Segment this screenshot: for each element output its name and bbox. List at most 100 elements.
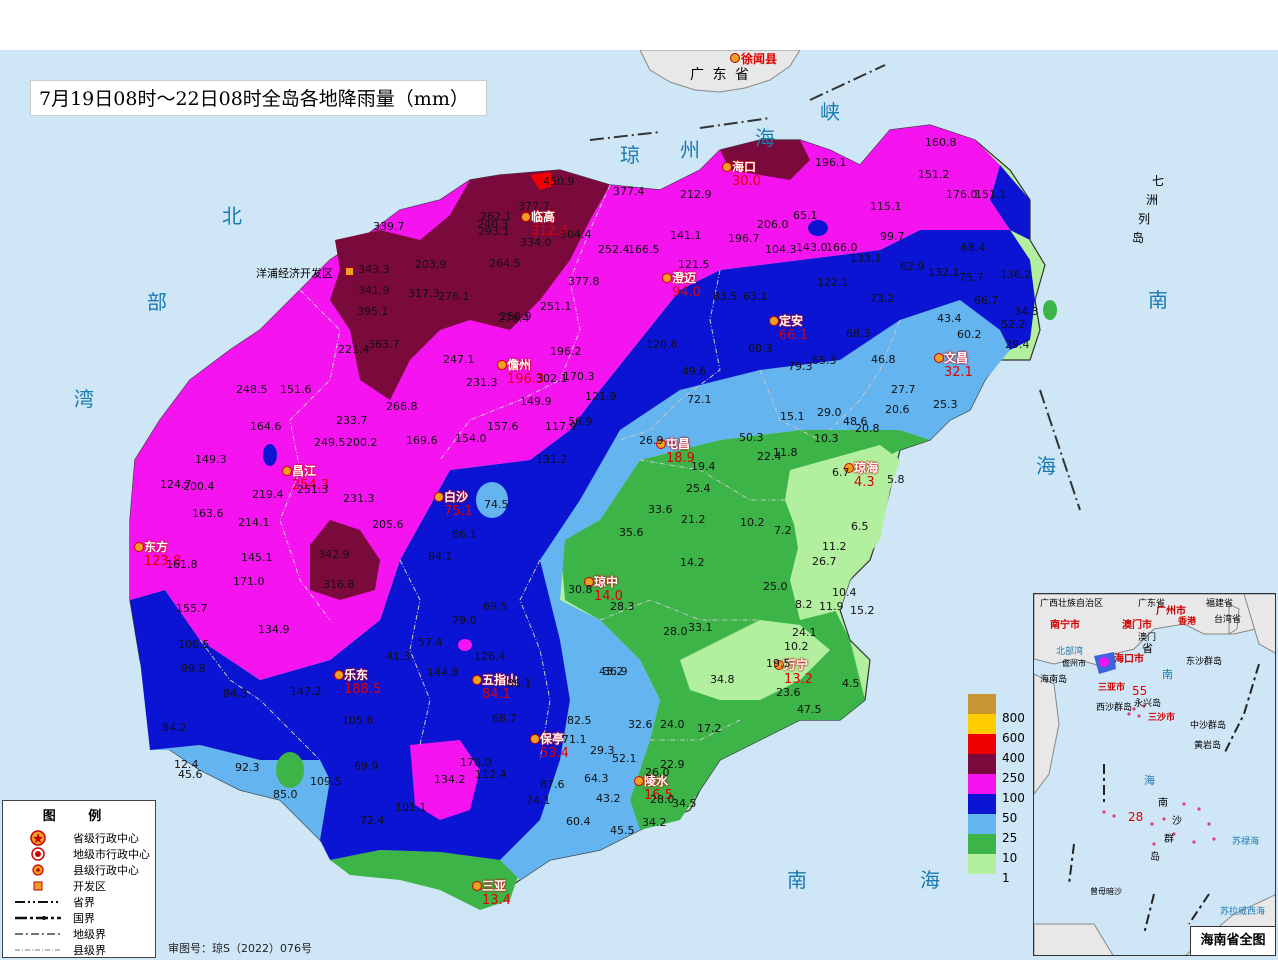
- scale-swatch: [968, 774, 996, 794]
- scale-label: 50: [1002, 811, 1018, 825]
- city-name: 琼海: [854, 461, 879, 475]
- county-center-icon: [634, 776, 644, 786]
- city-name: 屯昌: [666, 437, 691, 451]
- scale-label: 800: [1002, 711, 1025, 725]
- city-name: 保亭: [540, 732, 565, 746]
- city-value: 196.3: [507, 372, 545, 387]
- city-name: 儋州: [507, 358, 532, 372]
- inset-place: 广西壮族自治区: [1040, 599, 1104, 609]
- scale-swatch: [968, 834, 996, 854]
- qizhou-label: 七 洲 列 岛: [1132, 174, 1165, 245]
- inset-place: 海南岛: [1040, 675, 1068, 685]
- city-value: 53.4: [540, 746, 569, 761]
- city-name: 陵水: [644, 774, 669, 788]
- county-center-icon: [656, 439, 666, 449]
- sea-label-east-1: 南: [1148, 288, 1168, 312]
- city-value: 254.3: [292, 478, 330, 493]
- county-center-icon: [584, 577, 594, 587]
- strait-label-4: 峡: [820, 100, 840, 124]
- city-value: 312.4: [531, 224, 569, 239]
- prefecture-border-icon: [15, 933, 61, 935]
- prefecture-center-icon: [497, 360, 507, 370]
- inset-place: 澳门市: [1122, 620, 1152, 631]
- county-center-icon: [282, 466, 292, 476]
- scale-label: 400: [1002, 751, 1025, 765]
- legend-item: 县级行政中心: [73, 864, 139, 877]
- city-value: 4.3: [854, 475, 875, 490]
- sea-label-bottom-1: 南: [787, 868, 807, 892]
- legend-item: 开发区: [73, 880, 106, 893]
- county-border-icon: [15, 949, 61, 951]
- prefecture-center-icon: [472, 881, 482, 891]
- inset-place: 南: [1162, 668, 1173, 681]
- prefecture-center-icon: [31, 847, 45, 861]
- strait-label-3: 海: [755, 126, 775, 150]
- pond: [458, 639, 472, 651]
- city-name: 临高: [531, 210, 556, 224]
- county-center-icon: [934, 353, 944, 363]
- sea-label-east-2: 海: [1036, 454, 1056, 478]
- legend-item: 省界: [73, 896, 95, 909]
- city-value: 188.5: [344, 682, 382, 697]
- gulf-label-1: 北: [222, 204, 242, 228]
- xuwen-label: 徐闻县: [741, 52, 778, 66]
- inset-place: 中沙群岛: [1190, 721, 1227, 731]
- xuwen-marker: [730, 53, 740, 63]
- inset-place: 海口市: [1114, 654, 1144, 665]
- inset-place: 三亚市: [1098, 683, 1126, 693]
- pond: [476, 482, 508, 518]
- city-name: 万宁: [784, 658, 809, 672]
- city-name: 昌江: [292, 464, 317, 478]
- scale-swatch: [968, 814, 996, 834]
- pond: [276, 752, 304, 788]
- inset-map: 广西壮族自治区 广东省 福建省 南宁市 广州市 香港 澳门市 澳门 台湾省 北部…: [1033, 593, 1276, 956]
- inset-place: 沙: [1172, 816, 1182, 827]
- scale-label: 10: [1002, 851, 1018, 865]
- scale-label: 250: [1002, 771, 1025, 785]
- city-value: 14.0: [594, 589, 623, 604]
- inset-label: 海南省全图: [1190, 926, 1275, 955]
- city-value: 18.9: [666, 451, 695, 466]
- development-zone-icon: [33, 881, 43, 891]
- city-name: 澄迈: [672, 271, 697, 285]
- county-center-icon: [844, 463, 854, 473]
- legend-item: 地级界: [73, 928, 106, 941]
- county-center-icon: [521, 212, 531, 222]
- legend: 图 例 省级行政中心 地级市行政中心 县级行政中心 开发区 省界 国界 地级界 …: [2, 800, 156, 958]
- yangpu-label: 洋浦经济开发区: [256, 267, 333, 280]
- inset-place: 南宁市: [1050, 620, 1080, 631]
- legend-item: 省级行政中心: [73, 832, 139, 845]
- city-name: 五指山: [482, 673, 519, 687]
- city-value: 32.1: [944, 365, 973, 380]
- pond: [1043, 300, 1057, 320]
- legend-item: 国界: [73, 912, 95, 925]
- county-center-icon: [769, 316, 779, 326]
- city-value: 13.4: [482, 893, 511, 908]
- strait-label-1: 琼: [620, 143, 640, 167]
- provincial-border-icon: [15, 901, 61, 903]
- inset-value: 55: [1132, 684, 1148, 698]
- county-center-icon: [774, 660, 784, 670]
- national-border-icon: [15, 916, 61, 920]
- inset-value: 28: [1128, 810, 1144, 824]
- inset-place: 东沙群岛: [1186, 657, 1223, 667]
- inset-place: 香港: [1178, 617, 1197, 627]
- strait-label-2: 州: [680, 138, 700, 162]
- county-center-icon: [334, 670, 344, 680]
- inset-place: 儋州市: [1062, 659, 1086, 668]
- scale-label: 100: [1002, 791, 1025, 805]
- city-value: 75.1: [444, 504, 473, 519]
- legend-item: 县级界: [73, 944, 106, 957]
- pond: [263, 444, 277, 466]
- provincial-center-icon: [30, 830, 46, 846]
- city-name: 白沙: [444, 490, 469, 504]
- legend-title: 图 例: [42, 809, 116, 824]
- inset-place: 台湾省: [1214, 615, 1242, 625]
- scale-swatch: [968, 694, 996, 714]
- city-value: 84.1: [482, 687, 511, 702]
- city-name: 东方: [144, 540, 169, 554]
- scale-swatch: [968, 854, 996, 874]
- provincial-center-icon: [722, 162, 732, 172]
- review-number: 审图号：琼S（2022）076号: [168, 942, 312, 955]
- city-value: 16.5: [644, 788, 673, 803]
